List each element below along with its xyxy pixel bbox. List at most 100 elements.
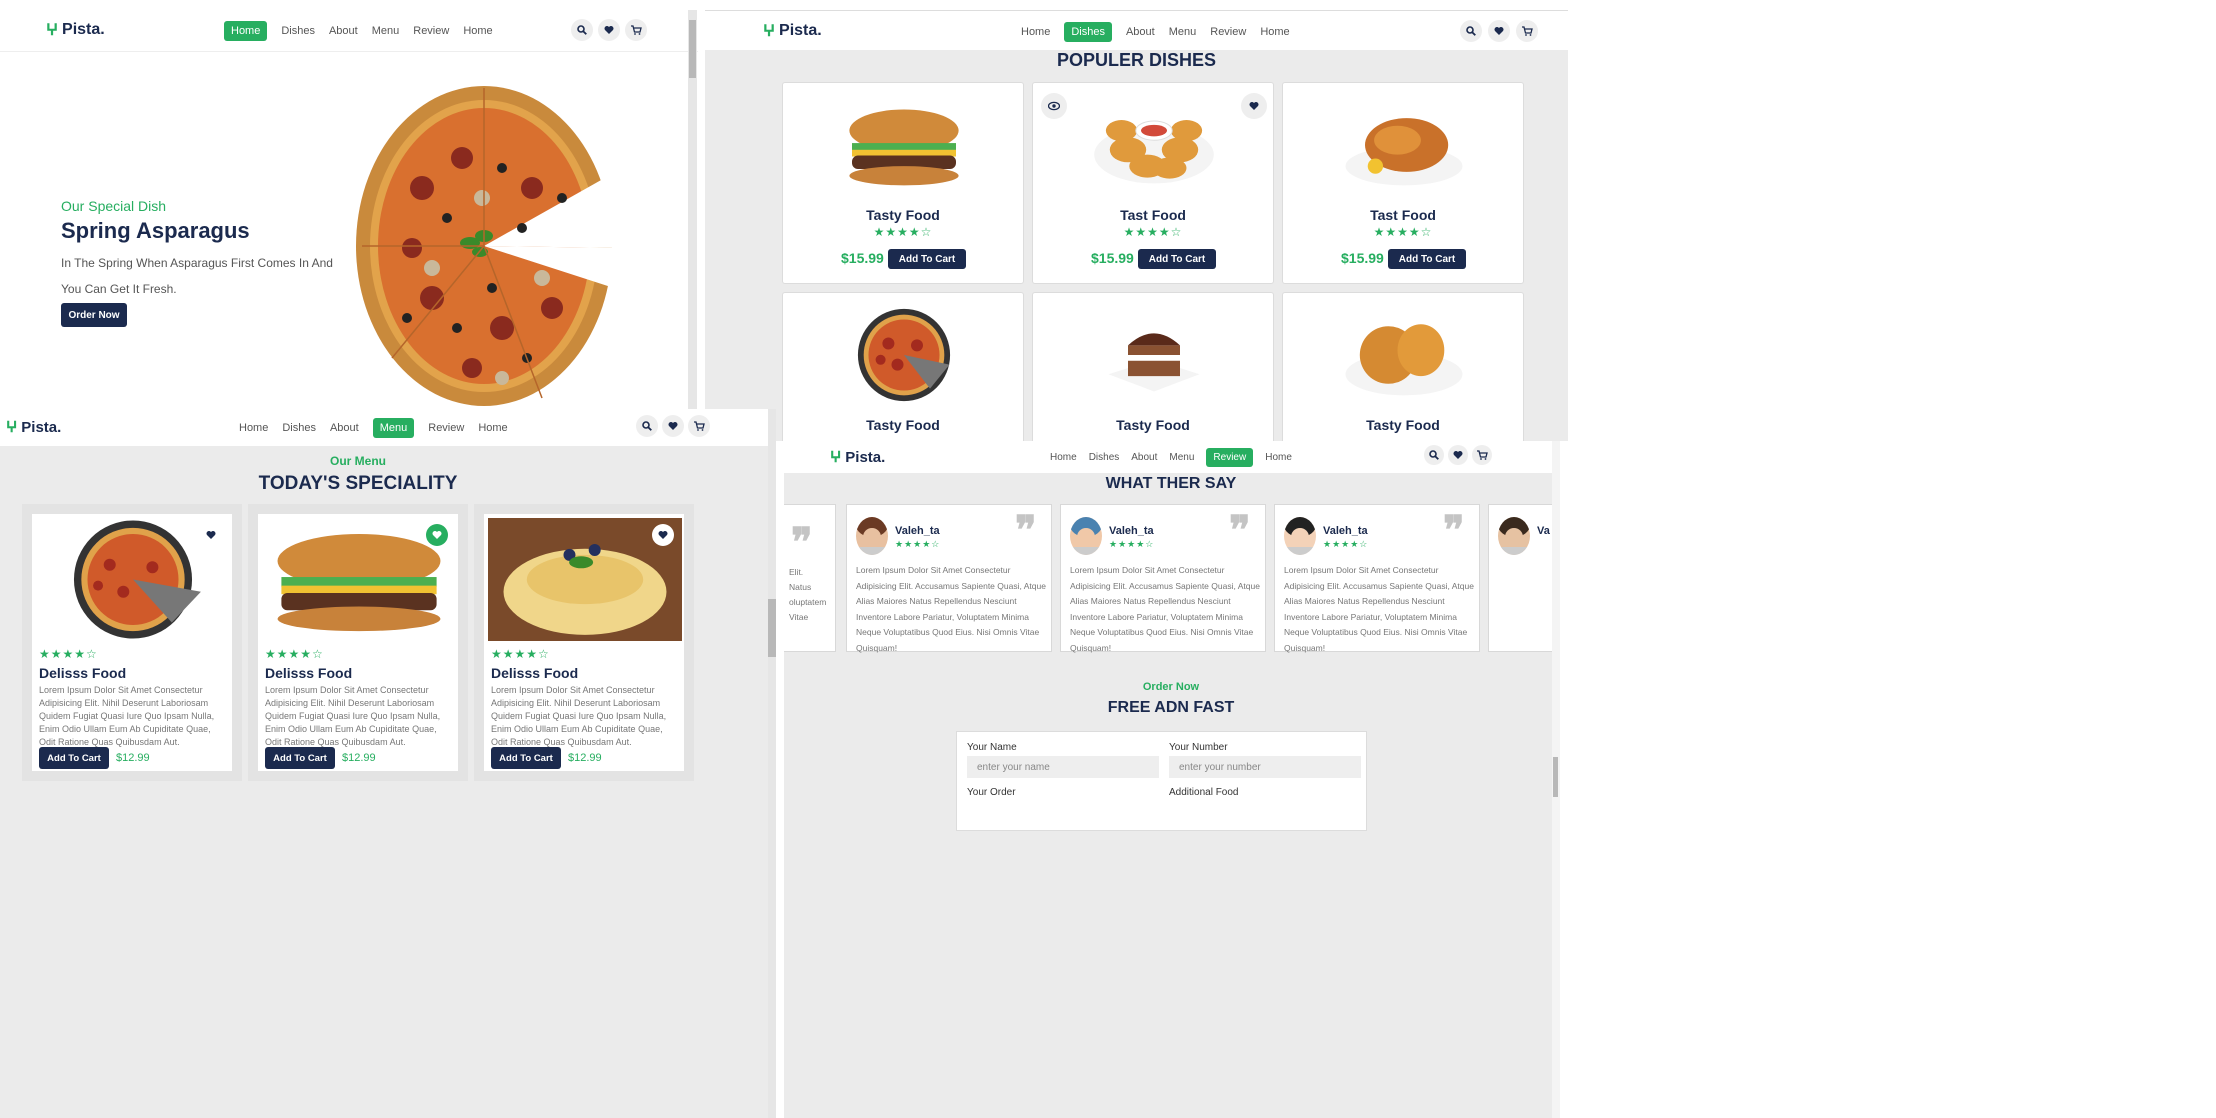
menu-card[interactable]: ★★★★☆ Delisss Food Lorem Ipsum Dolor Sit… xyxy=(22,504,242,781)
scrollbar-thumb[interactable] xyxy=(689,20,696,78)
order-heading: FREE ADN FAST xyxy=(1107,699,1235,716)
nav-link-review[interactable]: Review xyxy=(428,422,464,434)
dishes-panel: ⵖ Pista. Home Dishes About Menu Review Home PO… xyxy=(705,10,1568,442)
review-card[interactable]: Valeh_ta ★★★★☆ ❞ Lorem Ipsum Dolor Sit Amet… xyxy=(1060,504,1266,653)
heart-icon[interactable] xyxy=(1488,20,1510,42)
dish-card[interactable]: Tast Food ★★★★☆ $15.99 Add To Cart xyxy=(1282,82,1524,284)
cart-icon[interactable] xyxy=(625,19,647,41)
heart-icon[interactable] xyxy=(662,415,684,437)
dish-card[interactable]: Tasty Food xyxy=(782,292,1024,442)
nav-link-home[interactable]: Home xyxy=(463,25,492,37)
dish-card[interactable]: Tasty Food xyxy=(1032,292,1274,442)
search-icon[interactable] xyxy=(571,19,593,41)
add-to-cart-button[interactable]: Add To Cart xyxy=(39,747,109,769)
review-card[interactable]: Va xyxy=(1488,504,1558,652)
reviewer-name: Valeh_ta xyxy=(1323,525,1368,537)
dish-name: Tasty Food xyxy=(1116,417,1190,433)
heart-icon[interactable] xyxy=(652,524,674,546)
nav-link-about[interactable]: About xyxy=(1131,452,1157,463)
number-input[interactable]: enter your number xyxy=(1169,756,1361,778)
menu-card[interactable]: ★★★★☆ Delisss Food Lorem Ipsum Dolor Sit… xyxy=(248,504,468,781)
order-now-button[interactable]: Order Now xyxy=(61,303,127,327)
menu-card[interactable]: ★★★★☆ Delisss Food Lorem Ipsum Dolor Sit… xyxy=(474,504,694,781)
page-scrollbar[interactable] xyxy=(1552,441,1560,1118)
nav-links: Home Dishes About Menu Review Home xyxy=(1021,22,1290,42)
heart-icon[interactable] xyxy=(1241,93,1267,119)
nav-link-home[interactable]: Home xyxy=(1021,26,1050,38)
rating-stars: ★★★★☆ xyxy=(873,225,933,239)
avatar xyxy=(1070,517,1102,555)
dish-name: Tast Food xyxy=(1120,207,1186,223)
nav-link-menu[interactable]: Menu xyxy=(1169,26,1197,38)
cart-icon[interactable] xyxy=(688,415,710,437)
eye-icon[interactable] xyxy=(1041,93,1067,119)
nav-link-home[interactable]: Home xyxy=(224,21,268,41)
fork-knife-icon: ⵖ xyxy=(46,22,59,39)
nav-link-home[interactable]: Home xyxy=(1265,452,1292,463)
add-to-cart-button[interactable]: Add To Cart xyxy=(491,747,561,769)
add-to-cart-button[interactable]: Add To Cart xyxy=(1388,249,1466,269)
menu-card-body: ★★★★☆ Delisss Food Lorem Ipsum Dolor Sit… xyxy=(484,514,684,771)
rating-stars: ★★★★☆ xyxy=(491,647,550,661)
review-card[interactable]: Valeh_ta ★★★★☆ ❞ Lorem Ipsum Dolor Sit Amet… xyxy=(1274,504,1480,653)
rating-stars: ★★★★☆ xyxy=(1123,225,1183,239)
heart-icon[interactable] xyxy=(426,524,448,546)
nav-icons xyxy=(1424,445,1492,465)
review-card[interactable]: Valeh_ta ★★★★☆ ❞ Lorem Ipsum Dolor Sit Amet… xyxy=(846,504,1052,653)
review-text: Lorem Ipsum Dolor Sit Amet Consectetur A… xyxy=(1070,565,1260,653)
heart-icon[interactable] xyxy=(200,524,222,546)
fork-knife-icon: ⵖ xyxy=(763,23,776,40)
logo[interactable]: ⵖ Pista. xyxy=(46,20,105,40)
logo[interactable]: ⵖ Pista. xyxy=(6,418,61,437)
scrollbar[interactable] xyxy=(768,409,776,1118)
nav-link-menu[interactable]: Menu xyxy=(372,418,415,438)
logo[interactable]: ⵖ Pista. xyxy=(830,448,885,467)
nav-link-home[interactable]: Home xyxy=(239,422,268,434)
heart-icon[interactable] xyxy=(1448,445,1468,465)
nav-link-about[interactable]: About xyxy=(1126,26,1155,38)
nav-link-home[interactable]: Home xyxy=(1260,26,1289,38)
nav-link-review[interactable]: Review xyxy=(1210,26,1246,38)
nav-link-home[interactable]: Home xyxy=(1050,452,1077,463)
avatar xyxy=(1498,517,1530,555)
cart-icon[interactable] xyxy=(1516,20,1538,42)
add-to-cart-button[interactable]: Add To Cart xyxy=(1138,249,1216,269)
review-text: Lorem Ipsum Dolor Sit Amet Consectetur A… xyxy=(1284,565,1474,653)
search-icon[interactable] xyxy=(1424,445,1444,465)
review-card-partial[interactable]: ❞ Elit. Natus oluptatem Vitae xyxy=(784,504,836,652)
reviewer-name: Valeh_ta xyxy=(1109,525,1154,537)
name-input[interactable]: enter your name xyxy=(967,756,1159,778)
nav-link-dishes[interactable]: Dishes xyxy=(281,25,315,37)
hero-pizza-image xyxy=(356,86,626,406)
dish-card[interactable]: Tasty Food ★★★★☆ $15.99 Add To Cart xyxy=(782,82,1024,284)
page-scrollbar-thumb[interactable] xyxy=(1553,757,1558,797)
cart-icon[interactable] xyxy=(1472,445,1492,465)
dish-name: Tasty Food xyxy=(1366,417,1440,433)
nav-link-review[interactable]: Review xyxy=(1206,448,1254,467)
heart-icon[interactable] xyxy=(598,19,620,41)
search-icon[interactable] xyxy=(636,415,658,437)
add-to-cart-button[interactable]: Add To Cart xyxy=(888,249,966,269)
nav-link-menu[interactable]: Menu xyxy=(372,25,400,37)
dish-name: Tast Food xyxy=(1370,207,1436,223)
search-icon[interactable] xyxy=(1460,20,1482,42)
nav-link-review[interactable]: Review xyxy=(413,25,449,37)
dish-card[interactable]: Tast Food ★★★★☆ $15.99 Add To Cart xyxy=(1032,82,1274,284)
quote-icon: ❞ xyxy=(1229,507,1251,554)
review-text: Lorem Ipsum Dolor Sit Amet Consectetur A… xyxy=(856,565,1046,653)
rating-stars: ★★★★☆ xyxy=(265,647,324,661)
nav-link-dishes[interactable]: Dishes xyxy=(1089,452,1120,463)
scrollbar-thumb[interactable] xyxy=(768,599,776,657)
navbar: ⵖ Pista. Home Dishes About Menu Review Home xyxy=(0,10,698,52)
nav-link-home[interactable]: Home xyxy=(478,422,507,434)
logo[interactable]: ⵖ Pista. xyxy=(763,21,822,41)
add-to-cart-button[interactable]: Add To Cart xyxy=(265,747,335,769)
nav-link-dishes[interactable]: Dishes xyxy=(282,422,316,434)
dish-price: $15.99 xyxy=(1091,250,1134,266)
nav-link-about[interactable]: About xyxy=(329,25,358,37)
scrollbar[interactable] xyxy=(688,10,697,410)
dish-card[interactable]: Tasty Food xyxy=(1282,292,1524,442)
nav-link-dishes[interactable]: Dishes xyxy=(1064,22,1112,42)
nav-link-about[interactable]: About xyxy=(330,422,359,434)
nav-link-menu[interactable]: Menu xyxy=(1169,452,1194,463)
